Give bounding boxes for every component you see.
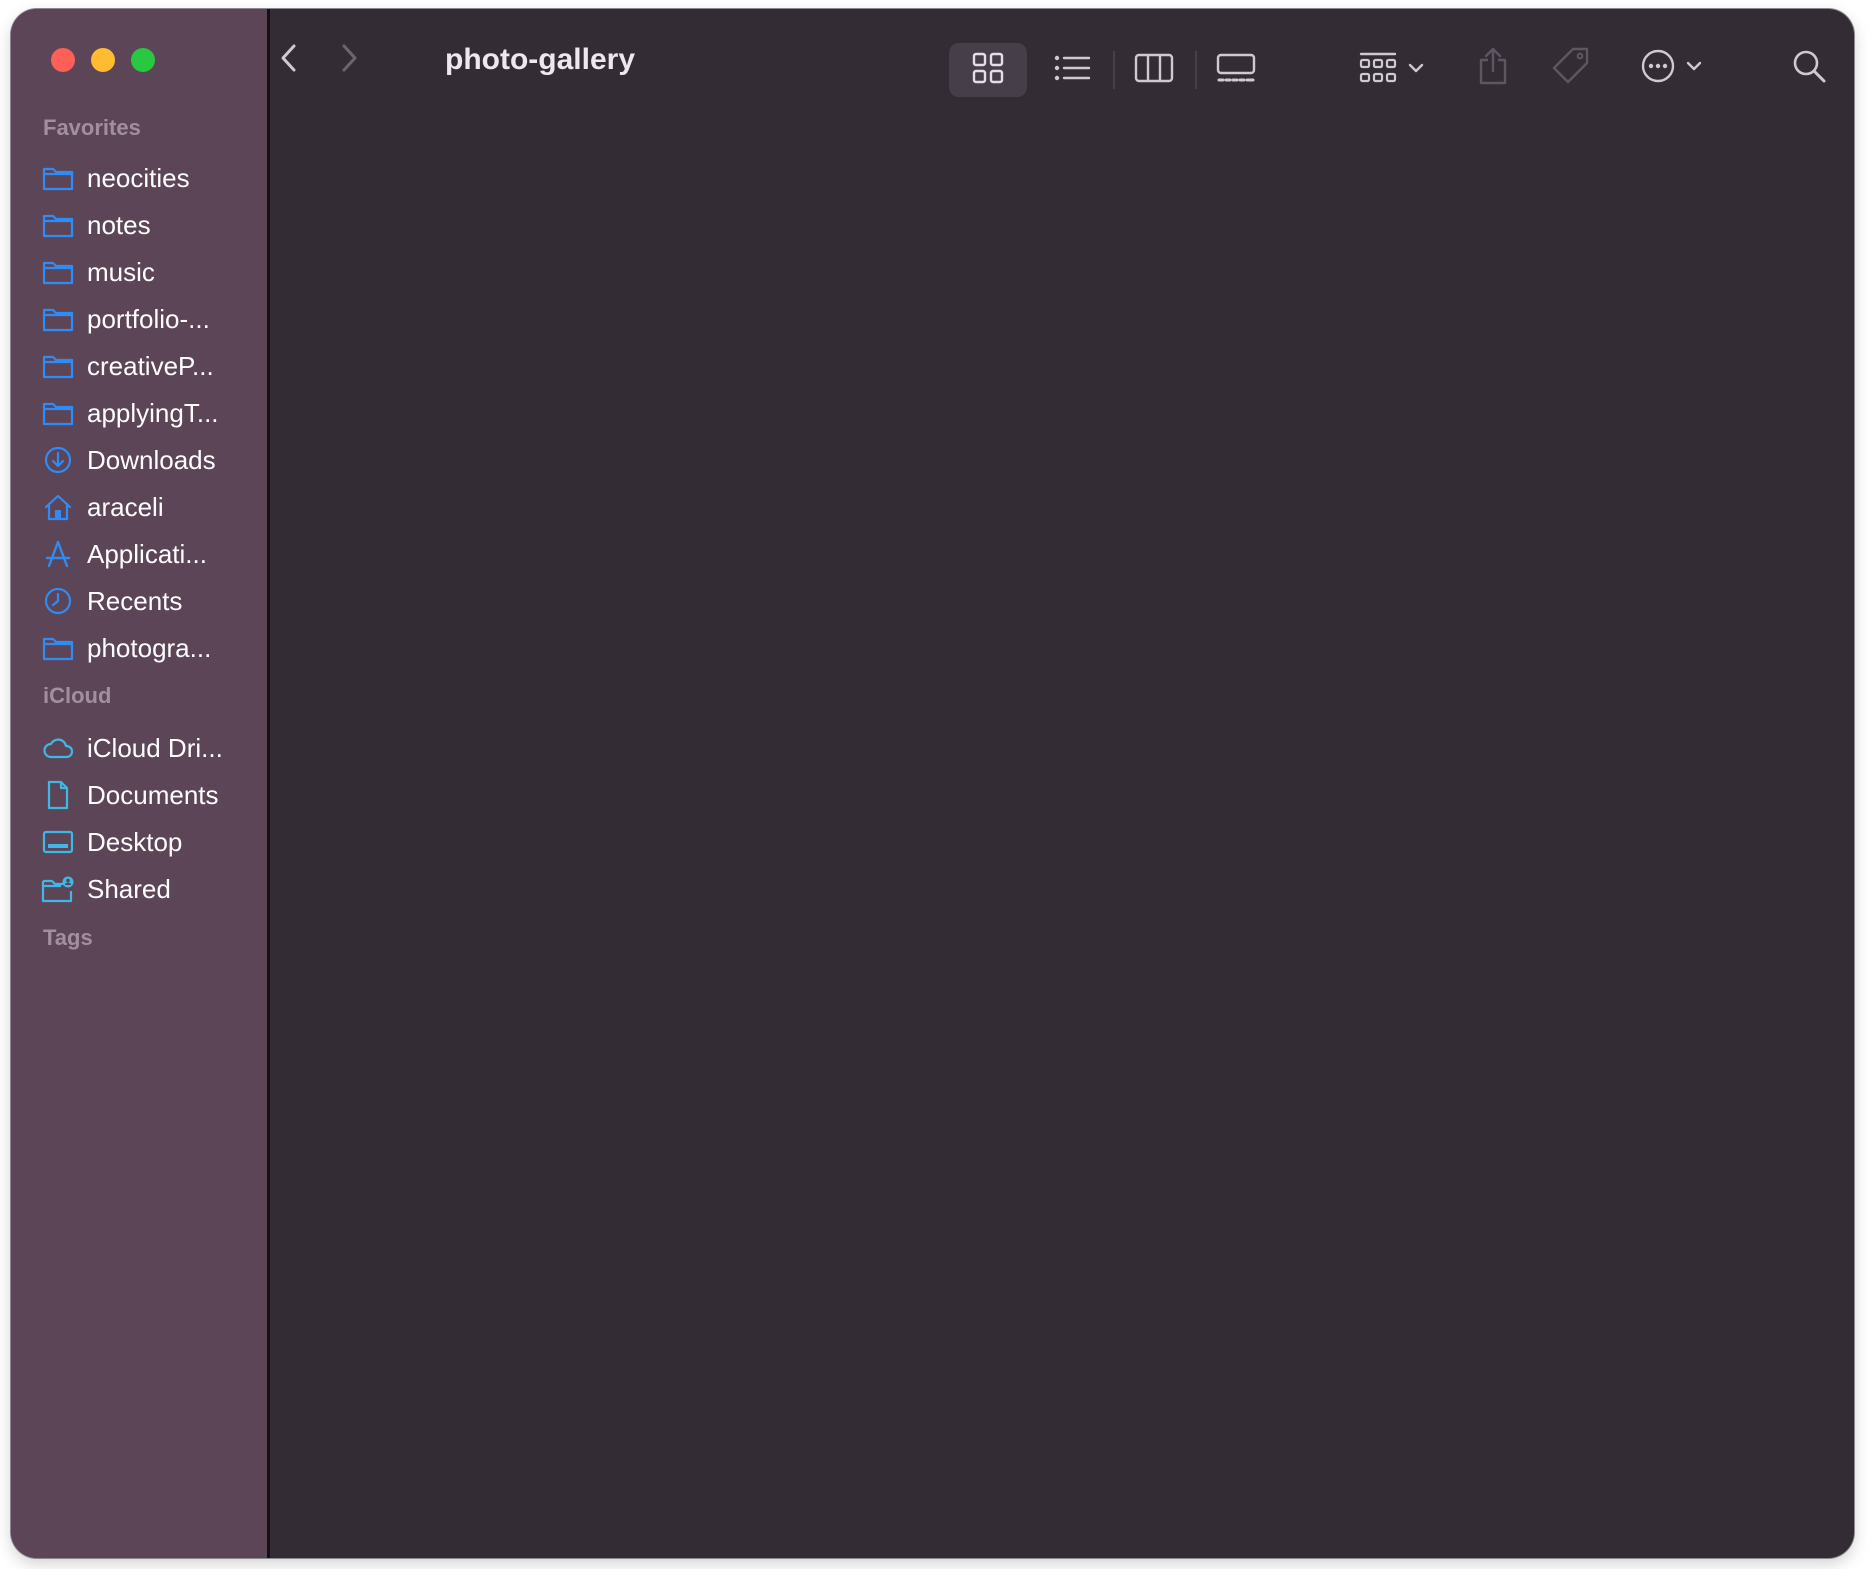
folder-icon	[41, 302, 75, 336]
cloud-icon	[41, 731, 75, 765]
folder-icon	[41, 631, 75, 665]
group-by-icon	[1358, 51, 1398, 90]
tag-icon	[1551, 46, 1591, 91]
forward-button[interactable]	[329, 35, 369, 85]
more-actions-button[interactable]	[1623, 39, 1719, 97]
sidebar-item-label: applyingT...	[87, 397, 219, 428]
gallery-view-icon	[1216, 52, 1256, 89]
sidebar-section-favorites: Favorites	[43, 115, 141, 140]
finder-window: Favorites neocities notes music portfoli	[11, 9, 1854, 1558]
share-icon	[1477, 46, 1509, 91]
sidebar-item-label: Desktop	[87, 826, 183, 857]
list-view-button[interactable]	[1033, 43, 1111, 97]
sidebar-item-label: music	[87, 256, 155, 287]
search-icon	[1791, 48, 1827, 89]
zoom-window-button[interactable]	[131, 48, 155, 72]
folder-icon	[41, 349, 75, 383]
back-button[interactable]	[269, 35, 309, 85]
sidebar-item-label: araceli	[87, 491, 164, 522]
sidebar-item-label: Downloads	[87, 444, 216, 475]
list-view-icon	[1053, 53, 1091, 88]
sidebar-item-label: Shared	[87, 873, 171, 904]
forward-chevron-icon	[339, 43, 359, 78]
applications-icon	[41, 537, 75, 571]
sidebar-item-shared[interactable]: Shared	[41, 861, 261, 917]
desktop-icon	[41, 825, 75, 859]
search-button[interactable]	[1781, 39, 1837, 97]
close-window-button[interactable]	[51, 48, 75, 72]
download-circle-icon	[41, 443, 75, 477]
sidebar-item-label: photogra...	[87, 632, 212, 663]
icon-view-button[interactable]	[949, 43, 1027, 97]
chevron-down-icon	[1686, 59, 1702, 77]
chevron-down-icon	[1408, 61, 1424, 79]
folder-icon	[41, 161, 75, 195]
window-title: photo-gallery	[445, 43, 636, 76]
file-browser-content[interactable]	[270, 111, 1854, 1558]
group-by-button[interactable]	[1343, 43, 1439, 97]
sidebar-item-label: creativeP...	[87, 350, 214, 381]
sidebar-item-label: portfolio-...	[87, 303, 210, 334]
tag-button[interactable]	[1543, 39, 1599, 97]
gallery-view-button[interactable]	[1197, 43, 1275, 97]
folder-icon	[41, 255, 75, 289]
back-chevron-icon	[279, 43, 299, 78]
shared-folder-icon	[41, 872, 75, 906]
folder-icon	[41, 208, 75, 242]
sidebar-item-label: Documents	[87, 779, 219, 810]
sidebar-section-tags: Tags	[43, 925, 93, 950]
document-icon	[41, 778, 75, 812]
icon-grid-view-icon	[971, 51, 1005, 90]
minimize-window-button[interactable]	[91, 48, 115, 72]
home-icon	[41, 490, 75, 524]
sidebar-item-label: iCloud Dri...	[87, 732, 223, 763]
more-actions-icon	[1640, 48, 1676, 89]
column-view-button[interactable]	[1115, 43, 1193, 97]
sidebar-item-label: Applicati...	[87, 538, 207, 569]
sidebar-item-photography[interactable]: photogra...	[41, 620, 261, 676]
column-view-icon	[1134, 52, 1174, 89]
clock-icon	[41, 584, 75, 618]
sidebar-item-label: Recents	[87, 585, 183, 616]
sidebar-item-label: neocities	[87, 162, 190, 193]
share-button[interactable]	[1465, 39, 1521, 97]
sidebar: Favorites neocities notes music portfoli	[11, 9, 270, 1558]
sidebar-item-label: notes	[87, 209, 151, 240]
folder-icon	[41, 396, 75, 430]
sidebar-section-icloud: iCloud	[43, 683, 112, 708]
